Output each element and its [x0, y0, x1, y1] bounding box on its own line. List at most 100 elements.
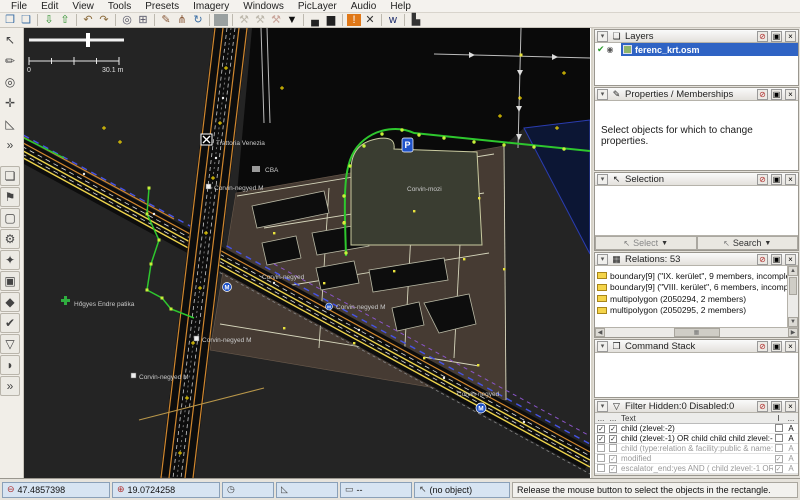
filter-checkbox[interactable]: ✓ [597, 435, 605, 443]
conflict-dialog-toggle-icon[interactable]: ▣ [0, 271, 20, 291]
extrude-mode-icon[interactable]: ◺ [0, 114, 20, 134]
filter-row[interactable]: ✓✓child (zlevel:-1) OR child child child… [595, 434, 798, 444]
scroll-down-icon[interactable]: ▼ [788, 317, 798, 327]
close-icon[interactable]: × [785, 401, 796, 412]
scroll-left-icon[interactable]: ◀ [595, 328, 605, 337]
waypoint-w-icon[interactable]: w [385, 13, 401, 27]
close-icon[interactable]: × [785, 174, 796, 185]
draw-mode-icon[interactable]: ✏ [0, 51, 20, 71]
sticky-icon[interactable]: ⊘ [757, 401, 768, 412]
bus-transport-icon[interactable]: ▆ [323, 13, 339, 27]
collapse-icon[interactable]: ▾ [597, 89, 608, 100]
collapse-icon[interactable]: ▾ [597, 341, 608, 352]
select-mode-icon[interactable]: ↖ [0, 30, 20, 50]
factory-piclayer-icon[interactable]: ▙ [408, 13, 424, 27]
filter-row[interactable]: ✓modified✓A [595, 454, 798, 464]
undo-icon[interactable]: ↶ [80, 13, 96, 27]
filter-checkbox[interactable]: ✓ [609, 425, 617, 433]
follow-cursor-icon[interactable]: ▼ [284, 13, 300, 27]
car-routing-icon[interactable]: ▄ [307, 13, 323, 27]
more-toggles-icon[interactable]: » [0, 376, 20, 396]
menu-audio[interactable]: Audio [344, 0, 384, 13]
open-file-icon[interactable]: ❒ [2, 13, 18, 27]
download-data-icon[interactable]: ⇩ [41, 13, 57, 27]
scroll-right-icon[interactable]: ▶ [788, 328, 798, 337]
relation-list-item[interactable]: multipolygon (2050294, 2 members) [595, 293, 787, 305]
validator-dialog-toggle-icon[interactable]: ✔ [0, 313, 20, 333]
layer-eye-icon[interactable]: ◉ [607, 45, 614, 54]
menu-view[interactable]: View [65, 0, 101, 13]
menu-windows[interactable]: Windows [236, 0, 291, 13]
dock-icon[interactable]: ▣ [771, 254, 782, 265]
node-tool-icon[interactable]: ✛ [0, 93, 20, 113]
sticky-icon[interactable]: ⊘ [757, 89, 768, 100]
scroll-thumb[interactable]: ▦ [674, 328, 720, 337]
layers-dialog-toggle-icon[interactable]: ❏ [0, 166, 20, 186]
dock-icon[interactable]: ▣ [771, 401, 782, 412]
tool-disabled-2-icon[interactable]: ⚒ [252, 13, 268, 27]
filter-checkbox[interactable] [775, 434, 783, 442]
filter-row[interactable]: ✓✓child (zlevel:-2)A [595, 424, 798, 434]
filter-row[interactable]: ✓escalator_end:yes AND ( child zlevel:-1… [595, 464, 798, 474]
preferences-window-icon[interactable]: ⊞ [135, 13, 151, 27]
relations-dialog-toggle-icon[interactable]: ⚙ [0, 229, 20, 249]
layer-row[interactable]: ✔ ◉ ferenc_krt.osm [595, 43, 798, 56]
command-stack-dialog-toggle-icon[interactable]: ✦ [0, 250, 20, 270]
layer-visible-check-icon[interactable]: ✔ [597, 44, 605, 55]
tool-disabled-1-icon[interactable]: ⚒ [236, 13, 252, 27]
filter-checkbox[interactable] [597, 444, 605, 452]
delete-icon[interactable]: ✕ [362, 13, 378, 27]
search-dropdown-button[interactable]: ↖ Search ▼ [697, 236, 799, 250]
zoom-to-selection-icon[interactable]: ◎ [119, 13, 135, 27]
close-icon[interactable]: × [785, 89, 796, 100]
filter-row[interactable]: child (type:relation & facility:public &… [595, 444, 798, 454]
menu-presets[interactable]: Presets [138, 0, 186, 13]
collapse-icon[interactable]: ▾ [597, 254, 608, 265]
map-paint-dialog-toggle-icon[interactable]: ◗ [0, 355, 20, 375]
scroll-thumb[interactable] [789, 277, 797, 295]
menu-file[interactable]: File [4, 0, 34, 13]
tags-dialog-toggle-icon[interactable]: ⚑ [0, 187, 20, 207]
sticky-icon[interactable]: ⊘ [757, 31, 768, 42]
relation-list-item[interactable]: boundary[9] ("VIII. kerület", 6 members,… [595, 282, 787, 294]
dock-icon[interactable]: ▣ [771, 174, 782, 185]
scroll-up-icon[interactable]: ▲ [788, 266, 798, 276]
dock-icon[interactable]: ▣ [771, 31, 782, 42]
sticky-icon[interactable]: ⊘ [757, 341, 768, 352]
map-view[interactable]: P M M [24, 28, 590, 478]
filter-checkbox[interactable] [775, 444, 783, 452]
map-canvas[interactable]: P M M [24, 28, 590, 478]
select-dropdown-button[interactable]: ↖ Select ▼ [595, 236, 697, 250]
upload-data-icon[interactable]: ⇧ [57, 13, 73, 27]
relation-list-item[interactable]: boundary[9] ("IX. kerület", 9 members, i… [595, 270, 787, 282]
filter-checkbox[interactable]: ✓ [775, 455, 783, 463]
filter-checkbox[interactable]: ✓ [609, 435, 617, 443]
merge-tool-icon[interactable]: ⋔ [174, 13, 190, 27]
more-modes-icon[interactable]: » [0, 135, 20, 155]
collapse-icon[interactable]: ▾ [597, 401, 608, 412]
collapse-icon[interactable]: ▾ [597, 174, 608, 185]
selection-list[interactable] [595, 186, 798, 235]
filter-checkbox[interactable]: ✓ [597, 425, 605, 433]
selection-dialog-toggle-icon[interactable]: ▢ [0, 208, 20, 228]
filter-checkbox[interactable] [597, 464, 605, 472]
sticky-icon[interactable]: ⊘ [757, 174, 768, 185]
filter-checkbox[interactable] [775, 424, 783, 432]
relation-list-item[interactable]: multipolygon (2050295, 2 members) [595, 305, 787, 317]
filter-dialog-toggle-icon[interactable]: ▽ [0, 334, 20, 354]
dock-icon[interactable]: ▣ [771, 89, 782, 100]
redo-icon[interactable]: ↷ [96, 13, 112, 27]
tool-disabled-3-icon[interactable]: ⚒ [268, 13, 284, 27]
menu-tools[interactable]: Tools [101, 0, 138, 13]
close-icon[interactable]: × [785, 31, 796, 42]
menu-imagery[interactable]: Imagery [186, 0, 236, 13]
color-swatch-icon[interactable] [214, 14, 228, 26]
filter-checkbox[interactable]: ✓ [609, 455, 617, 463]
menu-edit[interactable]: Edit [34, 0, 65, 13]
collapse-icon[interactable]: ▾ [597, 31, 608, 42]
filter-checkbox[interactable] [609, 444, 617, 452]
authors-dialog-toggle-icon[interactable]: ◆ [0, 292, 20, 312]
filter-checkbox[interactable]: ✓ [609, 465, 617, 473]
vertical-scrollbar[interactable]: ▲ ▼ [787, 266, 798, 327]
save-file-icon[interactable]: ❏ [18, 13, 34, 27]
